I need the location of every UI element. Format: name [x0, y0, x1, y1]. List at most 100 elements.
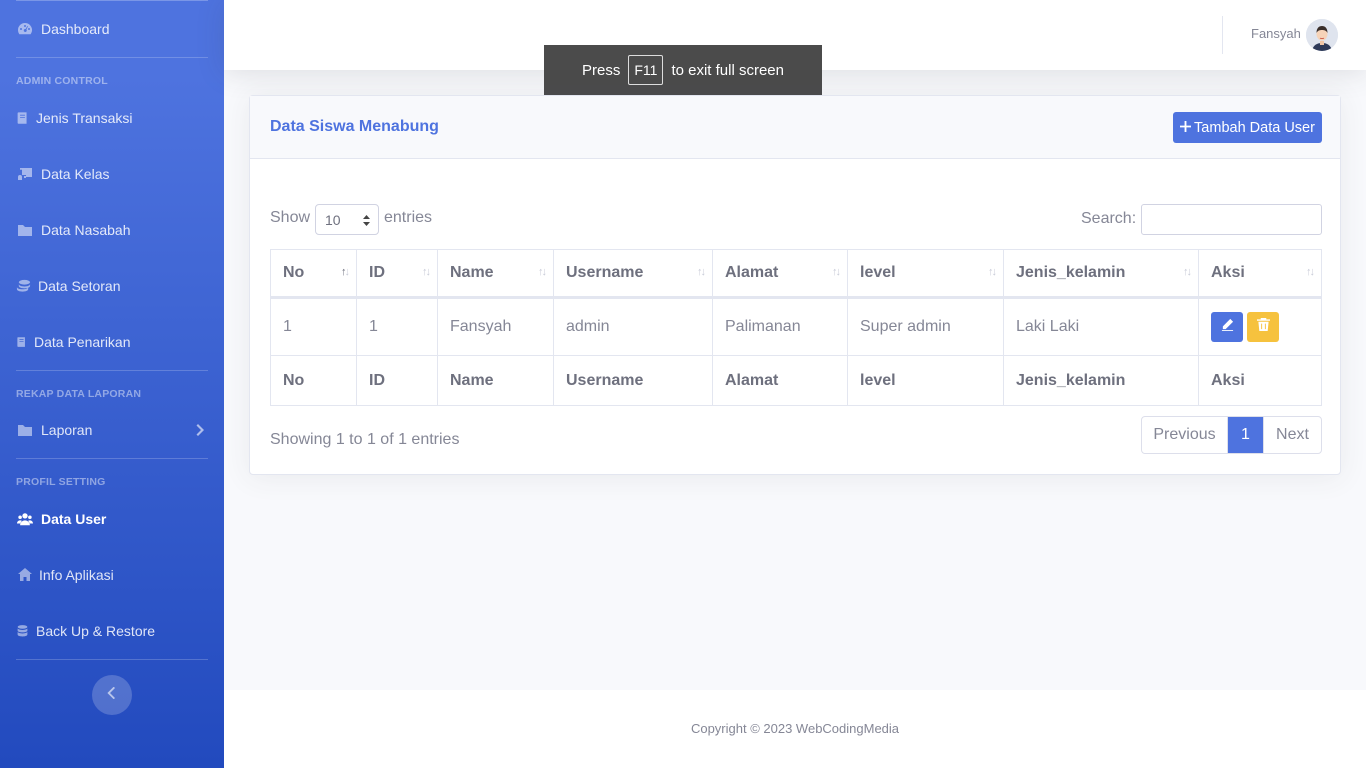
- column-header-label: No: [283, 264, 305, 281]
- sort-arrows-icon: [363, 215, 370, 226]
- column-footer-id: ID: [357, 356, 438, 405]
- folder-icon: [16, 221, 34, 239]
- sidebar-heading-rekap: REKAP DATA LAPORAN: [16, 388, 142, 400]
- cell-username: admin: [554, 299, 713, 355]
- column-header-level[interactable]: level ↑↓: [848, 250, 1004, 296]
- topbar-divider: [1222, 16, 1223, 54]
- sort-icon: ↑↓: [697, 266, 706, 278]
- sidebar-item-backup[interactable]: Back Up & Restore: [16, 617, 216, 645]
- sidebar-item-label: Jenis Transaksi: [36, 110, 133, 126]
- column-header-label: Aksi: [1211, 264, 1245, 281]
- sidebar-item-laporan[interactable]: Laporan: [16, 416, 216, 444]
- page-length-value: 10: [325, 212, 341, 228]
- cell-aksi: [1199, 299, 1321, 355]
- fullscreen-key: F11: [628, 55, 664, 85]
- cell-jenis-kelamin: Laki Laki: [1004, 299, 1199, 355]
- column-footer-no: No: [271, 356, 357, 405]
- sort-icon: ↑↓: [538, 266, 547, 278]
- column-header-name[interactable]: Name ↑↓: [438, 250, 554, 296]
- column-footer-name: Name: [438, 356, 554, 405]
- sidebar-heading-admin: ADMIN CONTROL: [16, 75, 108, 87]
- sidebar-item-label: Data Kelas: [41, 166, 110, 182]
- sort-icon: ↑↓: [988, 266, 997, 278]
- delete-button[interactable]: [1247, 312, 1279, 342]
- home-icon: [16, 566, 34, 584]
- sidebar-item-data-nasabah[interactable]: Data Nasabah: [16, 216, 216, 244]
- sidebar-item-label: Info Aplikasi: [39, 567, 114, 583]
- sidebar-item-dashboard[interactable]: Dashboard: [16, 15, 216, 43]
- trash-icon: [1256, 318, 1270, 336]
- sidebar-item-data-user[interactable]: Data User: [16, 505, 216, 533]
- table-header-row: No ↑↓ ID ↑↓ Name ↑↓ Username ↑↓ Alamat ↑↓ lev…: [271, 250, 1321, 299]
- sidebar-item-label: Laporan: [41, 422, 93, 438]
- cell-alamat: Palimanan: [713, 299, 848, 355]
- sidebar-divider: [16, 0, 208, 1]
- show-label: Show: [270, 209, 311, 226]
- folder-icon: [16, 421, 34, 439]
- book-icon: [16, 333, 27, 351]
- coins-icon: [16, 277, 31, 295]
- plus-icon: [1180, 120, 1194, 136]
- fullscreen-rest-text: to exit full screen: [671, 61, 784, 79]
- column-header-label: Username: [566, 264, 644, 281]
- column-header-label: ID: [369, 264, 385, 281]
- sidebar-item-data-setoran[interactable]: Data Setoran: [16, 272, 216, 300]
- sidebar-item-jenis-transaksi[interactable]: Jenis Transaksi: [16, 104, 216, 132]
- sidebar-item-info-aplikasi[interactable]: Info Aplikasi: [16, 561, 216, 589]
- sidebar-item-label: Dashboard: [41, 21, 110, 37]
- page-title: Data Siswa Menabung: [270, 118, 439, 135]
- sidebar-divider: [16, 659, 208, 660]
- column-header-jenis-kelamin[interactable]: Jenis_kelamin ↑↓: [1004, 250, 1199, 296]
- column-header-username[interactable]: Username ↑↓: [554, 250, 713, 296]
- column-header-label: level: [860, 264, 896, 281]
- column-header-aksi[interactable]: Aksi ↑↓: [1199, 250, 1321, 296]
- copyright-text: Copyright © 2023 WebCodingMedia: [690, 721, 900, 736]
- card-header: Data Siswa Menabung Tambah Data User: [250, 96, 1340, 159]
- search-input[interactable]: [1141, 204, 1322, 235]
- page-length-select[interactable]: 10: [315, 204, 379, 235]
- search-label: Search:: [1081, 210, 1137, 227]
- sort-asc-icon: ↑↓: [341, 266, 350, 278]
- column-footer-jenis-kelamin: Jenis_kelamin: [1004, 356, 1199, 405]
- sort-icon: ↑↓: [1183, 266, 1192, 278]
- table-footer-row: No ID Name Username Alamat level Jenis_k…: [271, 356, 1321, 405]
- column-header-label: Jenis_kelamin: [1016, 264, 1126, 281]
- previous-page-button[interactable]: Previous: [1142, 417, 1228, 453]
- sidebar-item-data-kelas[interactable]: Data Kelas: [16, 160, 216, 188]
- book-icon: [16, 109, 29, 127]
- table-info: Showing 1 to 1 of 1 entries: [270, 431, 460, 448]
- sidebar-heading-profil: PROFIL SETTING: [16, 476, 106, 488]
- cell-id: 1: [357, 299, 438, 355]
- sidebar-item-label: Back Up & Restore: [36, 623, 156, 639]
- add-user-button[interactable]: Tambah Data User: [1173, 112, 1322, 143]
- cell-level: Super admin: [848, 299, 1004, 355]
- chevron-left-icon: [107, 686, 117, 704]
- sidebar-divider: [16, 370, 208, 371]
- add-user-label: Tambah Data User: [1194, 119, 1315, 136]
- edit-button[interactable]: [1211, 312, 1243, 342]
- fullscreen-press-text: Press: [582, 61, 621, 79]
- cell-no: 1: [271, 299, 357, 355]
- users-icon: [16, 510, 34, 528]
- chevron-right-icon: [196, 423, 206, 437]
- column-footer-alamat: Alamat: [713, 356, 848, 405]
- sidebar-toggle-button[interactable]: [92, 675, 132, 715]
- column-header-alamat[interactable]: Alamat ↑↓: [713, 250, 848, 296]
- data-card: Data Siswa Menabung Tambah Data User Sho…: [249, 95, 1341, 475]
- column-header-no[interactable]: No ↑↓: [271, 250, 357, 296]
- column-header-id[interactable]: ID ↑↓: [357, 250, 438, 296]
- avatar[interactable]: [1306, 19, 1338, 51]
- next-page-button[interactable]: Next: [1263, 417, 1321, 453]
- sidebar-item-data-penarikan[interactable]: Data Penarikan: [16, 328, 216, 356]
- sort-icon: ↑↓: [832, 266, 841, 278]
- cell-name: Fansyah: [438, 299, 554, 355]
- table-row: 1 1 Fansyah admin Palimanan Super admin …: [271, 299, 1321, 356]
- column-footer-username: Username: [554, 356, 713, 405]
- sidebar: Dashboard ADMIN CONTROL Jenis Transaksi …: [0, 0, 224, 768]
- user-name[interactable]: Fansyah: [1251, 26, 1301, 41]
- page-1-button[interactable]: 1: [1228, 417, 1263, 453]
- sidebar-item-label: Data Nasabah: [41, 222, 131, 238]
- column-header-label: Alamat: [725, 264, 779, 281]
- column-footer-level: level: [848, 356, 1004, 405]
- fullscreen-notice: Press F11 to exit full screen: [544, 45, 822, 95]
